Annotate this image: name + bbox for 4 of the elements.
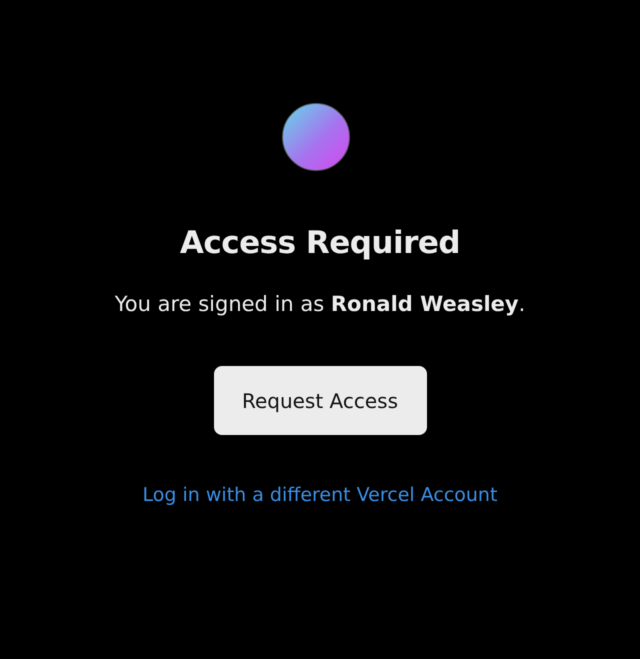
switch-account-link[interactable]: Log in with a different Vercel Account <box>142 484 498 506</box>
signed-in-message: You are signed in as Ronald Weasley. <box>114 291 526 318</box>
request-access-button[interactable]: Request Access <box>214 366 426 435</box>
page-title: Access Required <box>180 224 460 263</box>
